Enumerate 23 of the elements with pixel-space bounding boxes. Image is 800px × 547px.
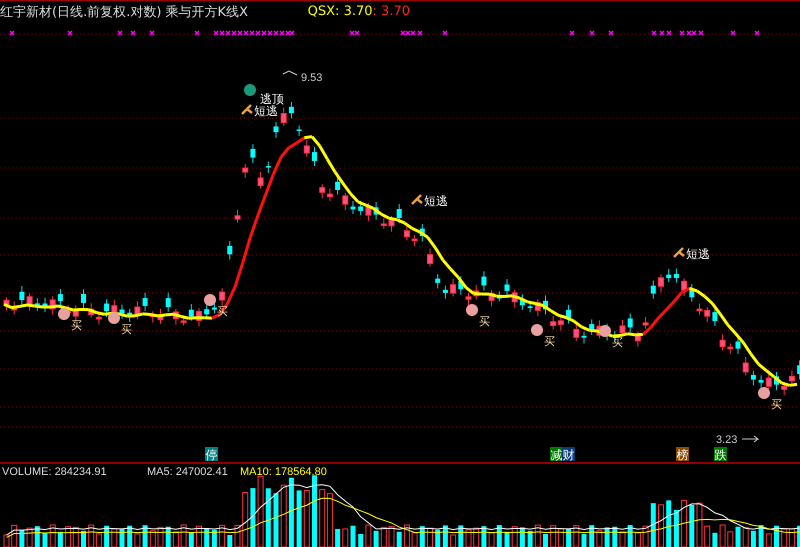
- buy-label: 买: [771, 398, 782, 411]
- chart-title: 红宇新材(日线.前复权.对数) 乘与开方K线X: [0, 4, 248, 20]
- tag-label: 停: [206, 448, 218, 462]
- ma10-label: MA10: 178564.80: [240, 466, 327, 478]
- signal-label: 短逃: [424, 194, 448, 208]
- qsx-alt-value: : 3.70: [372, 4, 410, 19]
- buy-label: 买: [544, 335, 555, 348]
- tag-label: 榜: [676, 448, 688, 462]
- signal-label: 短逃: [254, 104, 278, 118]
- ma5-label: MA5: 247002.41: [147, 466, 228, 478]
- high-price-label: 9.53: [282, 70, 322, 84]
- buy-label: 买: [612, 336, 623, 349]
- signal-label: 逃顶: [260, 92, 284, 106]
- volume-label: VOLUME: 284234.91: [2, 466, 107, 478]
- signal-label: 短逃: [686, 247, 710, 261]
- tag-label: 减: [550, 448, 562, 462]
- qsx-value: QSX: 3.70: [308, 4, 373, 19]
- tag-label: 财: [562, 448, 574, 462]
- buy-label: 买: [121, 323, 132, 336]
- buy-label: 买: [479, 315, 490, 328]
- tag-label: 跌: [714, 448, 726, 462]
- low-price-label: 3.23: [716, 434, 760, 446]
- buy-label: 买: [71, 319, 82, 332]
